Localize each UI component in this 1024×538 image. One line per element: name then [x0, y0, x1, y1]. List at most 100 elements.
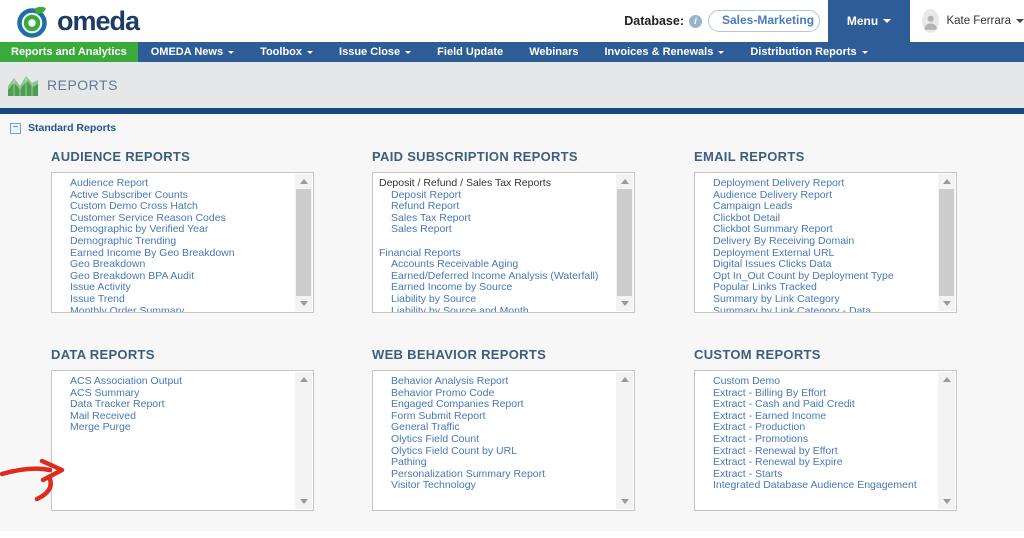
report-link[interactable]: Audience Report — [52, 178, 295, 190]
scrollbar-down-icon[interactable] — [616, 494, 633, 509]
report-link[interactable]: Extract - Production — [695, 422, 938, 434]
scrollbar-up-icon[interactable] — [938, 174, 955, 189]
scrollbar-up-icon[interactable] — [295, 372, 312, 387]
scrollbar-down-icon[interactable] — [616, 296, 633, 311]
standard-reports-toggle[interactable]: − Standard Reports — [10, 122, 116, 134]
nav-item-webinars[interactable]: Webinars — [516, 42, 591, 62]
scrollbar[interactable] — [938, 174, 955, 311]
report-link[interactable]: Visitor Technology — [373, 480, 616, 492]
report-link[interactable]: Extract - Starts — [695, 469, 938, 481]
report-link[interactable]: Clickbot Detail — [695, 213, 938, 225]
report-link[interactable]: Pathing — [373, 457, 616, 469]
scrollbar[interactable] — [616, 174, 633, 311]
scrollbar-up-icon[interactable] — [938, 372, 955, 387]
report-link[interactable]: Data Tracker Report — [52, 399, 295, 411]
report-link[interactable]: Extract - Earned Income — [695, 411, 938, 423]
report-link[interactable]: Custom Demo Cross Hatch — [52, 201, 295, 213]
report-link[interactable]: Demographic by Verified Year — [52, 224, 295, 236]
report-link[interactable]: Merge Purge — [52, 422, 295, 434]
report-link[interactable]: Campaign Leads — [695, 201, 938, 213]
report-link[interactable]: Summary by Link Category - Data — [695, 306, 938, 312]
caret-down-icon — [228, 51, 234, 54]
report-link[interactable]: Extract - Promotions — [695, 434, 938, 446]
report-link[interactable]: Digital Issues Clicks Data — [695, 259, 938, 271]
report-link[interactable]: Olytics Field Count by URL — [373, 446, 616, 458]
report-link[interactable]: Extract - Renewal by Expire — [695, 457, 938, 469]
report-link[interactable]: Customer Service Reason Codes — [52, 213, 295, 225]
scrollbar[interactable] — [616, 372, 633, 509]
menu-button[interactable]: Menu — [828, 0, 910, 42]
report-link[interactable]: Olytics Field Count — [373, 434, 616, 446]
report-link[interactable]: Accounts Receivable Aging — [373, 259, 616, 271]
report-link[interactable]: Earned Income by Source — [373, 282, 616, 294]
report-link[interactable]: Monthly Order Summary — [52, 306, 295, 312]
report-link[interactable]: Sales Tax Report — [373, 213, 616, 225]
report-link[interactable]: Custom Demo — [695, 376, 938, 388]
nav-item-issue-close[interactable]: Issue Close — [326, 42, 424, 62]
scrollbar-up-icon[interactable] — [295, 174, 312, 189]
report-link[interactable]: Issue Activity — [52, 282, 295, 294]
report-link[interactable]: Geo Breakdown — [52, 259, 295, 271]
report-link[interactable]: Earned/Deferred Income Analysis (Waterfa… — [373, 271, 616, 283]
report-link[interactable]: Engaged Companies Report — [373, 399, 616, 411]
report-link[interactable]: Clickbot Summary Report — [695, 224, 938, 236]
report-link[interactable]: ACS Association Output — [52, 376, 295, 388]
report-link[interactable]: Behavior Promo Code — [373, 388, 616, 400]
report-link[interactable]: Active Subscriber Counts — [52, 190, 295, 202]
panel-title: EMAIL REPORTS — [694, 149, 957, 164]
report-link[interactable]: Audience Delivery Report — [695, 190, 938, 202]
scrollbar-thumb[interactable] — [617, 189, 632, 296]
report-link[interactable]: Delivery By Receiving Domain — [695, 236, 938, 248]
report-link[interactable]: Liability by Source — [373, 294, 616, 306]
scrollbar-up-icon[interactable] — [616, 372, 633, 387]
report-link[interactable]: Popular Links Tracked — [695, 282, 938, 294]
report-link[interactable]: Extract - Billing By Effort — [695, 388, 938, 400]
report-link[interactable]: General Traffic — [373, 422, 616, 434]
report-link[interactable]: Form Submit Report — [373, 411, 616, 423]
report-link[interactable]: Geo Breakdown BPA Audit — [52, 271, 295, 283]
nav-item-invoices-renewals[interactable]: Invoices & Renewals — [592, 42, 738, 62]
report-link[interactable]: Sales Report — [373, 224, 616, 236]
report-link[interactable]: Demographic Trending — [52, 236, 295, 248]
report-link[interactable]: Earned Income By Geo Breakdown — [52, 248, 295, 260]
panel-title: AUDIENCE REPORTS — [51, 149, 314, 164]
report-link[interactable]: Mail Received — [52, 411, 295, 423]
report-link[interactable]: Behavior Analysis Report — [373, 376, 616, 388]
report-link[interactable]: Extract - Cash and Paid Credit — [695, 399, 938, 411]
omeda-logo[interactable]: omeda — [14, 3, 139, 39]
nav-item-field-update[interactable]: Field Update — [424, 42, 516, 62]
nav-item-distribution-reports[interactable]: Distribution Reports — [737, 42, 880, 62]
scrollbar-down-icon[interactable] — [295, 494, 312, 509]
scrollbar[interactable] — [938, 372, 955, 509]
scrollbar-thumb[interactable] — [939, 189, 954, 296]
report-link[interactable]: Financial Reports — [373, 248, 616, 260]
report-link[interactable]: Liability by Source and Month — [373, 306, 616, 312]
scrollbar-down-icon[interactable] — [938, 494, 955, 509]
omeda-reports-page: omeda Database: i Sales-Marketing Menu K… — [0, 0, 1024, 538]
report-link[interactable]: Personalization Summary Report — [373, 469, 616, 481]
report-link[interactable]: Issue Trend — [52, 294, 295, 306]
nav-item-toolbox[interactable]: Toolbox — [247, 42, 326, 62]
scrollbar[interactable] — [295, 174, 312, 311]
report-link[interactable]: Refund Report — [373, 201, 616, 213]
nav-item-omeda-news[interactable]: OMEDA News — [138, 42, 247, 62]
minus-icon[interactable]: − — [10, 123, 21, 134]
info-icon[interactable]: i — [689, 15, 702, 28]
scrollbar-down-icon[interactable] — [938, 296, 955, 311]
report-link[interactable]: Extract - Renewal by Effort — [695, 446, 938, 458]
report-link[interactable]: Integrated Database Audience Engagement — [695, 480, 938, 492]
nav-item-reports-and-analytics[interactable]: Reports and Analytics — [0, 42, 138, 62]
report-link[interactable]: Opt In_Out Count by Deployment Type — [695, 271, 938, 283]
scrollbar-up-icon[interactable] — [616, 174, 633, 189]
report-link[interactable]: Deployment Delivery Report — [695, 178, 938, 190]
scrollbar-down-icon[interactable] — [295, 296, 312, 311]
database-input[interactable]: Sales-Marketing — [708, 10, 820, 32]
scrollbar-thumb[interactable] — [296, 189, 311, 296]
scrollbar[interactable] — [295, 372, 312, 509]
report-link[interactable]: Summary by Link Category — [695, 294, 938, 306]
report-link[interactable]: ACS Summary — [52, 388, 295, 400]
report-link[interactable]: Deployment External URL — [695, 248, 938, 260]
user-menu[interactable]: Kate Ferrara — [910, 9, 1024, 33]
caret-down-icon — [307, 51, 313, 54]
report-link[interactable]: Deposit Report — [373, 190, 616, 202]
